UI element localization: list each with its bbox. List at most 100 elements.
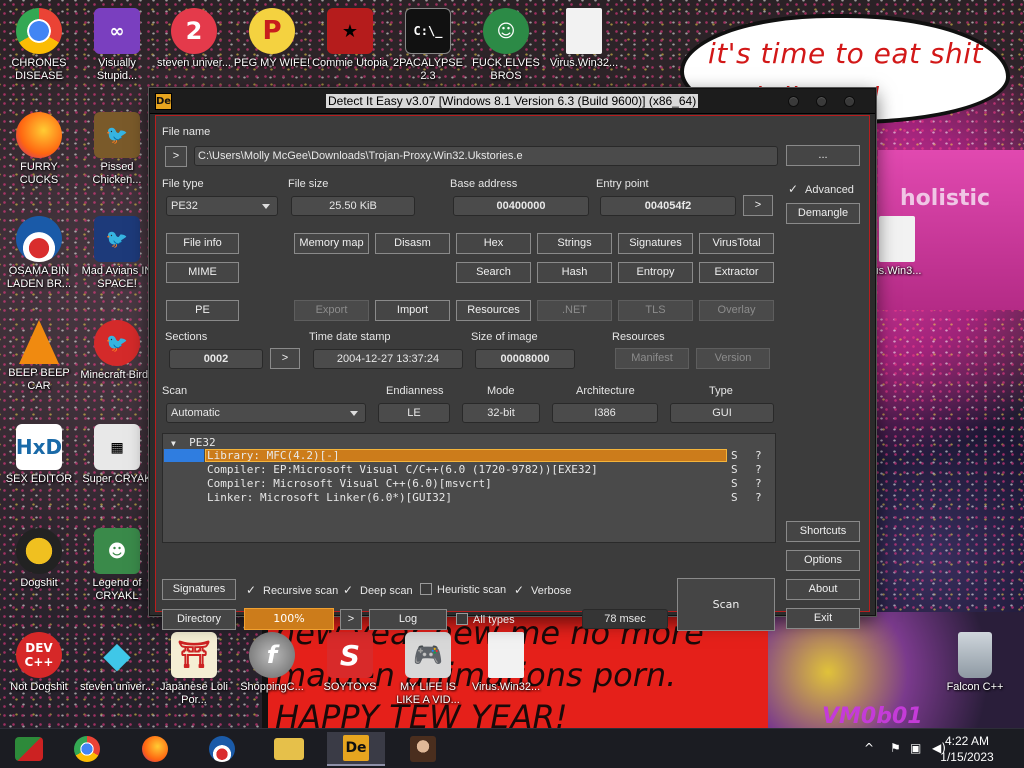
start-button[interactable]: [0, 732, 58, 766]
scan-button[interactable]: Scan: [677, 578, 775, 631]
hash-button[interactable]: Hash: [537, 262, 612, 283]
tree-row[interactable]: Compiler: EP:Microsoft Visual C/C++(6.0 …: [207, 463, 598, 476]
scan-result-tree[interactable]: ▼ PE32 Library: MFC(4.2)[-] Compiler: EP…: [162, 433, 776, 543]
network-icon[interactable]: ▣: [910, 741, 921, 755]
desktop-icon[interactable]: 🐦 Mad Avians IN SPACE!: [78, 216, 156, 291]
verbose-checkbox[interactable]: ✓ Verbose: [514, 582, 571, 598]
taskbar-die[interactable]: De: [327, 732, 385, 766]
taskbar: De ^ ⚑ ▣ ◀) 4:22 AM 1/15/2023: [0, 728, 1024, 768]
directory-button[interactable]: Directory: [162, 609, 236, 630]
file-path-field[interactable]: C:\Users\Molly McGee\Downloads\Trojan-Pr…: [194, 146, 778, 166]
desktop-icon[interactable]: ∞ Visually Stupid...: [78, 8, 156, 83]
memory-map-button[interactable]: Memory map: [294, 233, 369, 254]
hex-button[interactable]: Hex: [456, 233, 531, 254]
desktop-icon[interactable]: ☺ FUCK ELVES BROS: [467, 8, 545, 83]
taskbar-portrait[interactable]: [394, 732, 452, 766]
desktop-icon[interactable]: OSAMA BIN LADEN BR...: [0, 216, 78, 291]
desktop-icon[interactable]: 🐦 Minecraft Birds: [78, 320, 156, 382]
desktop-icon[interactable]: DEV C++ Not Dogshit: [0, 632, 78, 694]
signature-button[interactable]: S: [731, 477, 738, 490]
entropy-button[interactable]: Entropy: [618, 262, 693, 283]
desktop-icon[interactable]: HxD SEX EDITOR: [0, 424, 78, 486]
signatures-bottom-button[interactable]: Signatures: [162, 579, 236, 600]
disasm-button[interactable]: Disasm: [375, 233, 450, 254]
taskbar-obama[interactable]: [193, 732, 251, 766]
sections-button[interactable]: >: [270, 348, 300, 369]
overlay-button[interactable]: Overlay: [699, 300, 774, 321]
log-button[interactable]: Log: [369, 609, 447, 630]
import-button[interactable]: Import: [375, 300, 450, 321]
version-button[interactable]: Version: [696, 348, 770, 369]
desktop-icon[interactable]: BEEP BEEP CAR: [0, 320, 78, 393]
recursive-scan-checkbox[interactable]: ✓ Recursive scan: [246, 582, 338, 598]
tree-root[interactable]: ▼ PE32: [171, 436, 216, 449]
info-button[interactable]: ?: [755, 449, 762, 462]
desktop-icon[interactable]: ▦ Super CRYAK: [78, 424, 156, 486]
signatures-button[interactable]: Signatures: [618, 233, 693, 254]
minimize-button[interactable]: [788, 96, 799, 107]
pe-button[interactable]: PE: [166, 300, 239, 321]
desktop-icon[interactable]: Dogshit: [0, 528, 78, 590]
chevron-up-icon[interactable]: ^: [864, 741, 874, 755]
desktop-icon[interactable]: 2 steven univer...: [155, 8, 233, 70]
desktop-icon[interactable]: P PEG MY WIFE!: [233, 8, 311, 70]
shortcuts-button[interactable]: Shortcuts: [786, 521, 860, 542]
exit-button[interactable]: Exit: [786, 608, 860, 629]
flag-icon[interactable]: ⚑: [890, 741, 901, 755]
tree-row[interactable]: Compiler: Microsoft Visual C++(6.0)[msvc…: [207, 477, 492, 490]
desktop-icon[interactable]: Falcon C++: [936, 632, 1014, 694]
strings-button[interactable]: Strings: [537, 233, 612, 254]
entry-point-button[interactable]: >: [743, 195, 773, 216]
taskbar-file-explorer[interactable]: [260, 732, 318, 766]
browse-button[interactable]: ...: [786, 145, 860, 166]
about-button[interactable]: About: [786, 579, 860, 600]
desktop-icon[interactable]: S SOYTOYS: [311, 632, 389, 694]
desktop-icon[interactable]: Virus.Win32...: [545, 8, 623, 70]
file-history-button[interactable]: >: [165, 146, 187, 167]
resources-button[interactable]: Resources: [456, 300, 531, 321]
title-bar[interactable]: De Detect It Easy v3.07 [Windows 8.1 Ver…: [150, 89, 875, 114]
info-button[interactable]: ?: [755, 477, 762, 490]
extractor-button[interactable]: Extractor: [699, 262, 774, 283]
manifest-button[interactable]: Manifest: [615, 348, 689, 369]
dotnet-button[interactable]: .NET: [537, 300, 612, 321]
taskbar-firefox[interactable]: [126, 732, 184, 766]
desktop-icon[interactable]: f ShoppingC...: [233, 632, 311, 694]
desktop-icon[interactable]: Virus.Win32...: [467, 632, 545, 694]
search-button[interactable]: Search: [456, 262, 531, 283]
desktop-icon[interactable]: ★ Commie Utopia: [311, 8, 389, 70]
info-button[interactable]: ?: [755, 491, 762, 504]
desktop-icon[interactable]: ◆ steven univer...: [78, 632, 156, 694]
tls-button[interactable]: TLS: [618, 300, 693, 321]
progress-next-button[interactable]: >: [340, 609, 362, 630]
options-button[interactable]: Options: [786, 550, 860, 571]
desktop-icon[interactable]: FURRY CUCKS: [0, 112, 78, 187]
heuristic-scan-checkbox[interactable]: Heuristic scan: [420, 582, 506, 598]
tree-row[interactable]: Linker: Microsoft Linker(6.0*)[GUI32]: [207, 491, 452, 504]
taskbar-chrome[interactable]: [58, 732, 116, 766]
virustotal-button[interactable]: VirusTotal: [699, 233, 774, 254]
scan-mode-dropdown[interactable]: Automatic: [166, 403, 366, 423]
file-info-button[interactable]: File info: [166, 233, 239, 254]
info-button[interactable]: ?: [755, 463, 762, 476]
all-types-checkbox[interactable]: All types: [456, 612, 515, 628]
mime-button[interactable]: MIME: [166, 262, 239, 283]
advanced-checkbox[interactable]: ✓ Advanced: [788, 181, 854, 197]
tree-row[interactable]: Library: MFC(4.2)[-]: [207, 449, 339, 462]
signature-button[interactable]: S: [731, 449, 738, 462]
maximize-button[interactable]: [816, 96, 827, 107]
desktop-icon[interactable]: CHRONES DISEASE: [0, 8, 78, 83]
desktop-icon[interactable]: 🎮 MY LIFE IS LIKE A VID...: [389, 632, 467, 707]
close-button[interactable]: [844, 96, 855, 107]
demangle-button[interactable]: Demangle: [786, 203, 860, 224]
desktop-icon[interactable]: ☻ Legend of CRYAKL: [78, 528, 156, 603]
export-button[interactable]: Export: [294, 300, 369, 321]
signature-button[interactable]: S: [731, 463, 738, 476]
clock[interactable]: 4:22 AM 1/15/2023: [932, 733, 1002, 765]
deep-scan-checkbox[interactable]: ✓ Deep scan: [343, 582, 413, 598]
desktop-icon[interactable]: ⛩ Japanese Loli Por...: [155, 632, 233, 707]
signature-button[interactable]: S: [731, 491, 738, 504]
file-type-dropdown[interactable]: PE32: [166, 196, 278, 216]
desktop-icon[interactable]: C:\_ 2PACALYPSE 2.3: [389, 8, 467, 83]
desktop-icon[interactable]: 🐦 Pissed Chicken...: [78, 112, 156, 187]
